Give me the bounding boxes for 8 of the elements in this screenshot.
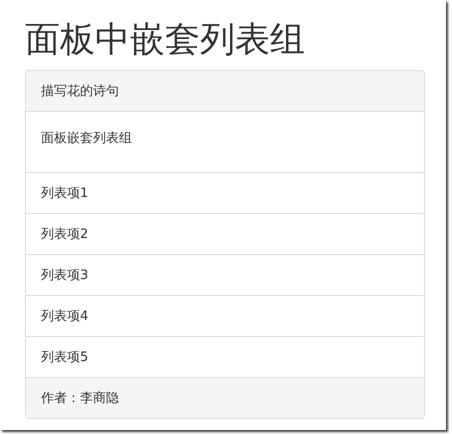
panel-footer: 作者：李商隐 <box>26 377 424 418</box>
list-item: 列表项3 <box>26 254 424 295</box>
panel-heading: 描写花的诗句 <box>26 71 424 112</box>
list-item: 列表项1 <box>26 172 424 213</box>
list-item: 列表项2 <box>26 213 424 254</box>
list-item: 列表项4 <box>26 295 424 336</box>
page-title: 面板中嵌套列表组 <box>25 19 306 62</box>
panel-body: 面板嵌套列表组 <box>40 130 133 148</box>
